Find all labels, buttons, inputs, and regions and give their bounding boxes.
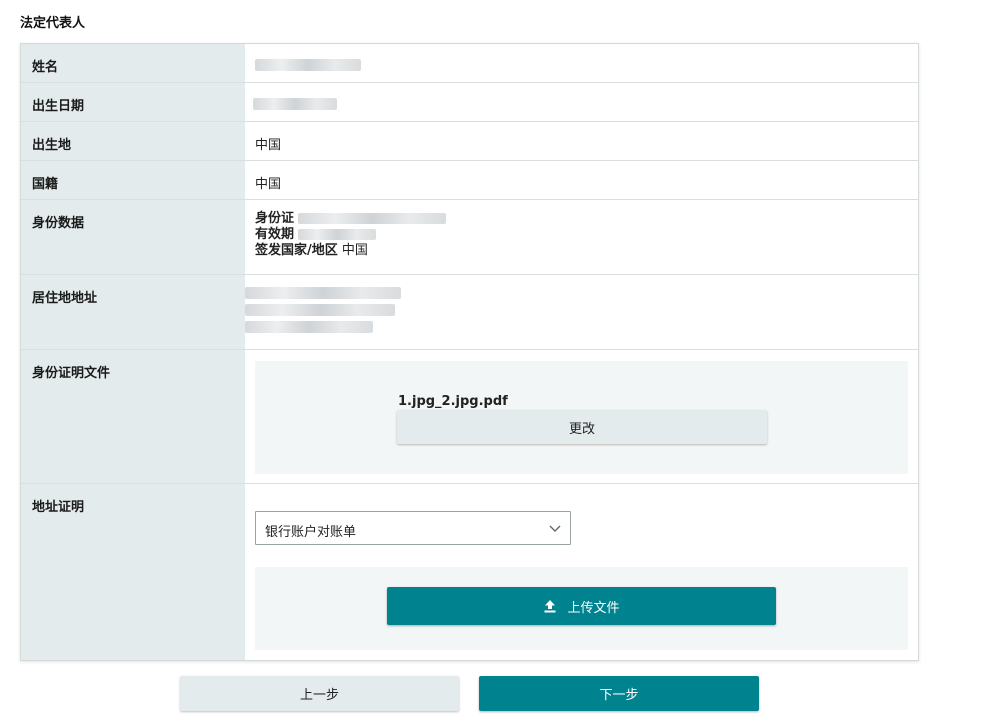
id-document-label: 身份证明文件 xyxy=(32,366,111,381)
upload-file-button[interactable]: 上传文件 xyxy=(387,587,776,625)
issuer-value: 中国 xyxy=(341,243,368,258)
row-birth-date: 出生日期 xyxy=(21,83,918,122)
uploaded-file-name: 1.jpg_2.jpg.pdf xyxy=(398,394,508,409)
select-value: 银行账户对账单 xyxy=(265,525,357,540)
nationality-label: 国籍 xyxy=(32,177,59,192)
row-id-document: 身份证明文件 1.jpg_2.jpg.pdf 更改 xyxy=(21,350,918,484)
chevron-down-icon xyxy=(549,525,561,532)
row-address-proof: 地址证明 银行账户对账单 上传文件 xyxy=(21,484,918,660)
row-name: 姓名 xyxy=(21,44,918,83)
upload-file-label: 上传文件 xyxy=(567,600,620,616)
name-value-redacted xyxy=(255,57,361,72)
residence-label: 居住地地址 xyxy=(32,291,98,306)
birth-date-label: 出生日期 xyxy=(32,99,85,114)
change-file-button[interactable]: 更改 xyxy=(397,410,767,444)
id-number-redacted xyxy=(298,213,447,224)
nationality-value: 中国 xyxy=(255,177,282,192)
row-birth-place: 出生地 中国 xyxy=(21,122,918,161)
address-proof-label: 地址证明 xyxy=(32,500,85,515)
next-step-button[interactable]: 下一步 xyxy=(479,676,759,711)
residence-value-redacted xyxy=(245,287,401,333)
birth-date-value-redacted xyxy=(253,96,337,111)
upload-icon xyxy=(544,600,556,613)
previous-step-button[interactable]: 上一步 xyxy=(180,676,459,711)
identity-label: 身份数据 xyxy=(32,216,85,231)
section-title: 法定代表人 xyxy=(20,16,86,31)
issuer-label: 签发国家/地区 xyxy=(255,243,338,258)
validity-redacted xyxy=(298,229,377,240)
row-nationality: 国籍 中国 xyxy=(21,161,918,200)
id-number-label: 身份证 xyxy=(255,211,295,226)
id-document-panel: 1.jpg_2.jpg.pdf 更改 xyxy=(255,361,908,474)
name-label: 姓名 xyxy=(32,60,59,75)
legal-representative-card: 姓名 出生日期 出生地 中国 国籍 中国 身份数据 身份证 有效期 签发国家/地… xyxy=(20,43,919,661)
row-identity: 身份数据 身份证 有效期 签发国家/地区 中国 xyxy=(21,200,918,275)
address-proof-type-select[interactable]: 银行账户对账单 xyxy=(255,511,571,545)
birth-place-label: 出生地 xyxy=(32,138,72,153)
validity-line: 有效期 xyxy=(255,227,446,243)
birth-place-value: 中国 xyxy=(255,138,282,153)
upload-panel: 上传文件 xyxy=(255,567,908,650)
row-residence: 居住地地址 xyxy=(21,275,918,350)
identity-values: 身份证 有效期 签发国家/地区 中国 xyxy=(255,211,447,259)
issuer-line: 签发国家/地区 中国 xyxy=(255,243,446,259)
id-number-line: 身份证 xyxy=(255,211,447,227)
validity-label: 有效期 xyxy=(255,227,295,242)
